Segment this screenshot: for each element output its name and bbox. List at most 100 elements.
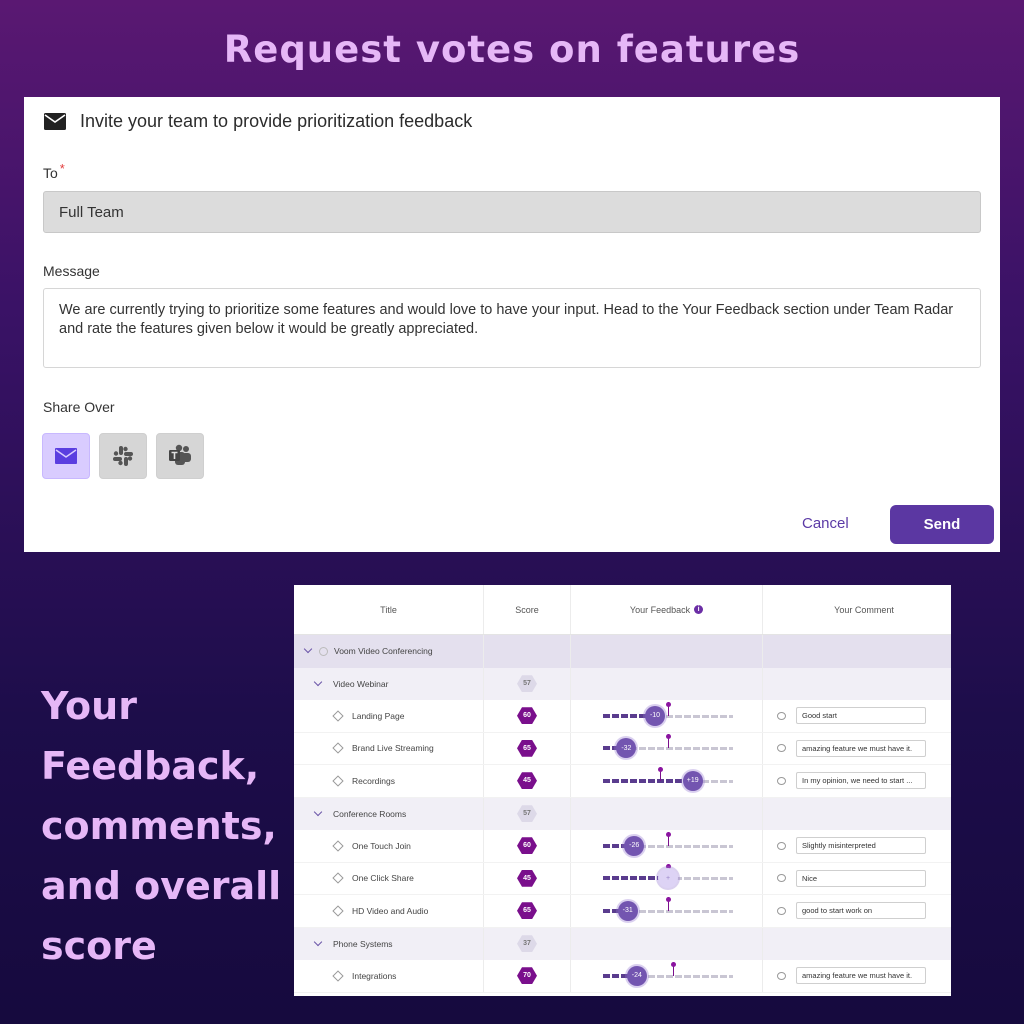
comment-cell: good to start work on xyxy=(763,895,951,927)
share-options xyxy=(42,433,204,479)
comment-bubble-icon[interactable] xyxy=(777,906,786,915)
feedback-slider[interactable]: -32 xyxy=(603,734,733,759)
group-row[interactable]: Phone Systems 37 xyxy=(294,927,951,960)
layers-icon xyxy=(332,742,344,754)
caption: Your Feedback, comments, and overall sco… xyxy=(41,676,291,976)
score-badge: 45 xyxy=(517,772,537,790)
feedback-cell: -10 xyxy=(571,700,763,732)
score-badge: 65 xyxy=(517,739,537,757)
score-cell: 45 xyxy=(484,862,571,894)
info-icon[interactable]: i xyxy=(694,605,704,614)
share-slack-button[interactable] xyxy=(99,433,147,479)
table-row[interactable]: One Touch Join 60 -26 Slightly misinterpret… xyxy=(294,830,951,863)
title-cell: Integrations xyxy=(294,960,484,992)
comment-cell: Nice xyxy=(763,863,951,895)
comment-bubble-icon[interactable] xyxy=(777,711,786,720)
slider-fill xyxy=(603,778,693,783)
comment-bubble-icon[interactable] xyxy=(777,776,786,785)
table-row[interactable]: One Click Share 45 + Nice xyxy=(294,862,951,895)
feedback-slider[interactable]: +19 xyxy=(603,766,733,791)
slider-handle[interactable]: -32 xyxy=(616,738,637,759)
comment-bubble-icon[interactable] xyxy=(777,841,786,850)
table-row[interactable]: Landing Page 60 -10 Good start xyxy=(294,700,951,733)
header-your-comment[interactable]: Your Comment xyxy=(763,585,951,634)
average-marker xyxy=(666,831,671,846)
score-badge: 57 xyxy=(517,675,537,693)
comment-bubble-icon[interactable] xyxy=(777,874,786,883)
title-cell: Conference Rooms xyxy=(294,797,484,830)
header-title[interactable]: Title xyxy=(294,585,484,634)
table-header: Title Score Your Feedback i Your Comment xyxy=(294,585,951,635)
comment-input[interactable]: Slightly misinterpreted xyxy=(796,837,926,855)
table-row[interactable]: Recordings 45 +19 In my opinion, we need to… xyxy=(294,765,951,798)
to-label: To * xyxy=(43,161,65,181)
title-cell: Video Webinar xyxy=(294,667,484,700)
slider-handle[interactable]: -26 xyxy=(624,835,645,856)
comment-cell: amazing feature we must have it. xyxy=(763,960,951,992)
comment-cell xyxy=(763,635,951,668)
comment-input[interactable]: amazing feature we must have it. xyxy=(796,967,926,985)
feedback-slider[interactable]: + xyxy=(603,864,733,889)
score-badge: 57 xyxy=(517,805,537,823)
comment-input[interactable]: Good start xyxy=(796,707,926,725)
feedback-slider[interactable]: -31 xyxy=(603,896,733,921)
row-title: Voom Video Conferencing xyxy=(334,646,433,657)
layers-icon xyxy=(332,710,344,722)
chevron-down-icon[interactable] xyxy=(313,807,323,816)
comment-cell: Slightly misinterpreted xyxy=(763,830,951,862)
slider-handle[interactable]: + xyxy=(658,868,678,889)
group-row[interactable]: Video Webinar 57 xyxy=(294,667,951,700)
average-marker xyxy=(666,896,671,911)
dialog-title-text: Invite your team to provide prioritizati… xyxy=(80,111,473,131)
caption-line: score xyxy=(41,924,157,968)
required-asterisk: * xyxy=(59,161,65,176)
table-row[interactable]: Brand Live Streaming 65 -32 amazing feature… xyxy=(294,732,951,765)
score-cell: 70 xyxy=(484,960,571,992)
group-row[interactable]: Conference Rooms 57 xyxy=(294,797,951,830)
message-field[interactable]: We are currently trying to prioritize so… xyxy=(43,288,981,368)
score-cell xyxy=(484,635,571,668)
comment-input[interactable]: amazing feature we must have it. xyxy=(796,739,926,757)
share-email-button[interactable] xyxy=(42,433,90,479)
comment-input[interactable]: Nice xyxy=(796,869,926,887)
comment-input[interactable]: good to start work on xyxy=(796,902,926,920)
slider-handle[interactable]: -10 xyxy=(645,705,665,726)
comment-input[interactable]: In my opinion, we need to start ... xyxy=(796,772,926,790)
layers-icon xyxy=(332,905,344,917)
status-circle-icon xyxy=(319,646,328,656)
table-row[interactable]: HD Video and Audio 65 -31 good to start wor… xyxy=(294,895,951,928)
feedback-slider[interactable]: -24 xyxy=(603,961,733,986)
row-title: One Click Share xyxy=(352,873,414,884)
share-teams-button[interactable] xyxy=(156,433,204,479)
slider-handle[interactable]: -24 xyxy=(626,965,647,986)
header-score[interactable]: Score xyxy=(484,585,571,634)
feedback-cell: -24 xyxy=(571,960,763,992)
to-field[interactable]: Full Team xyxy=(43,191,981,233)
feedback-slider[interactable]: -10 xyxy=(603,701,733,726)
header-your-feedback[interactable]: Your Feedback i xyxy=(571,585,763,634)
chevron-down-icon[interactable] xyxy=(313,677,323,686)
feedback-cell: -31 xyxy=(571,895,763,927)
average-marker xyxy=(666,701,671,716)
slider-handle[interactable]: -31 xyxy=(617,900,638,921)
cancel-button[interactable]: Cancel xyxy=(802,515,849,532)
title-cell: Landing Page xyxy=(294,700,484,732)
slider-handle[interactable]: +19 xyxy=(682,770,703,791)
score-cell: 60 xyxy=(484,830,571,862)
table-body: Voom Video Conferencing Video Webinar 57 La… xyxy=(294,635,951,993)
send-button[interactable]: Send xyxy=(890,505,994,544)
chevron-down-icon[interactable] xyxy=(313,937,323,946)
comment-bubble-icon[interactable] xyxy=(777,971,786,980)
row-title: Integrations xyxy=(352,970,397,981)
row-title: One Touch Join xyxy=(352,840,411,851)
chevron-down-icon[interactable] xyxy=(303,645,313,654)
title-cell: One Touch Join xyxy=(294,830,484,862)
score-badge: 37 xyxy=(517,935,537,953)
row-title: Video Webinar xyxy=(333,678,389,689)
table-row[interactable]: Integrations 70 -24 amazing feature we must… xyxy=(294,960,951,993)
feedback-slider[interactable]: -26 xyxy=(603,831,733,856)
score-cell: 65 xyxy=(484,732,571,764)
comment-bubble-icon[interactable] xyxy=(777,744,786,753)
group-row[interactable]: Voom Video Conferencing xyxy=(294,635,951,668)
feedback-cell: -26 xyxy=(571,830,763,862)
